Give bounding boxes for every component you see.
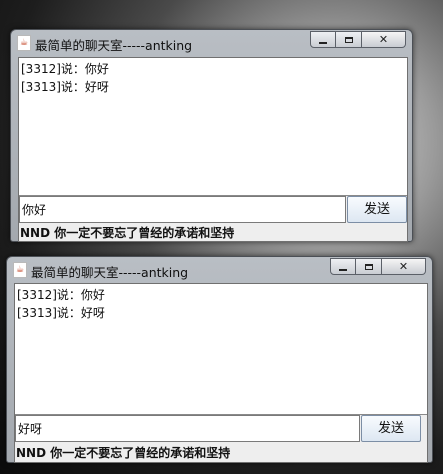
maximize-button[interactable]	[356, 258, 382, 275]
minimize-button[interactable]	[330, 258, 356, 275]
minimize-button[interactable]	[310, 31, 336, 48]
status-text: NND 你一定不要忘了曾经的承诺和坚持	[20, 226, 235, 240]
window-title: 最简单的聊天室-----antking	[35, 38, 193, 53]
send-button[interactable]: 发送	[361, 415, 421, 442]
maximize-icon	[344, 36, 353, 43]
java-icon: ☕	[13, 262, 27, 278]
window-controls: ✕	[330, 258, 426, 275]
chat-window-1: ☕ 最简单的聊天室-----antking ✕ [3312]说：你好 [3313…	[10, 29, 413, 242]
message-area[interactable]: [3312]说：你好 [3313]说：好呀	[15, 284, 427, 415]
message-area[interactable]: [3312]说：你好 [3313]说：好呀	[19, 58, 407, 196]
title-bar[interactable]: ☕ 最简单的聊天室-----antking ✕	[11, 30, 412, 56]
status-text: NND 你一定不要忘了曾经的承诺和坚持	[16, 446, 231, 460]
java-icon: ☕	[17, 35, 31, 51]
message-line: [3312]说：你好	[21, 62, 109, 76]
maximize-button[interactable]	[336, 31, 362, 48]
minimize-icon	[319, 41, 327, 44]
message-line: [3312]说：你好	[17, 288, 105, 302]
title-bar[interactable]: ☕ 最简单的聊天室-----antking ✕	[7, 257, 432, 283]
chat-window-2: ☕ 最简单的聊天室-----antking ✕ [3312]说：你好 [3313…	[6, 256, 433, 463]
window-title: 最简单的聊天室-----antking	[31, 265, 189, 280]
message-line: [3313]说：好呀	[21, 80, 109, 94]
close-button[interactable]: ✕	[382, 258, 426, 275]
maximize-icon	[364, 263, 373, 270]
close-button[interactable]: ✕	[362, 31, 406, 48]
window-controls: ✕	[310, 31, 406, 48]
close-icon: ✕	[378, 33, 389, 46]
message-input[interactable]: 好呀	[15, 415, 360, 442]
client-area: [3312]说：你好 [3313]说：好呀 好呀 发送 NND 你一定不要忘了曾…	[14, 283, 428, 463]
message-input[interactable]: 你好	[19, 196, 346, 223]
minimize-icon	[339, 268, 347, 271]
close-icon: ✕	[398, 260, 409, 273]
message-line: [3313]说：好呀	[17, 306, 105, 320]
client-area: [3312]说：你好 [3313]说：好呀 你好 发送 NND 你一定不要忘了曾…	[18, 57, 408, 242]
send-button[interactable]: 发送	[347, 196, 407, 223]
